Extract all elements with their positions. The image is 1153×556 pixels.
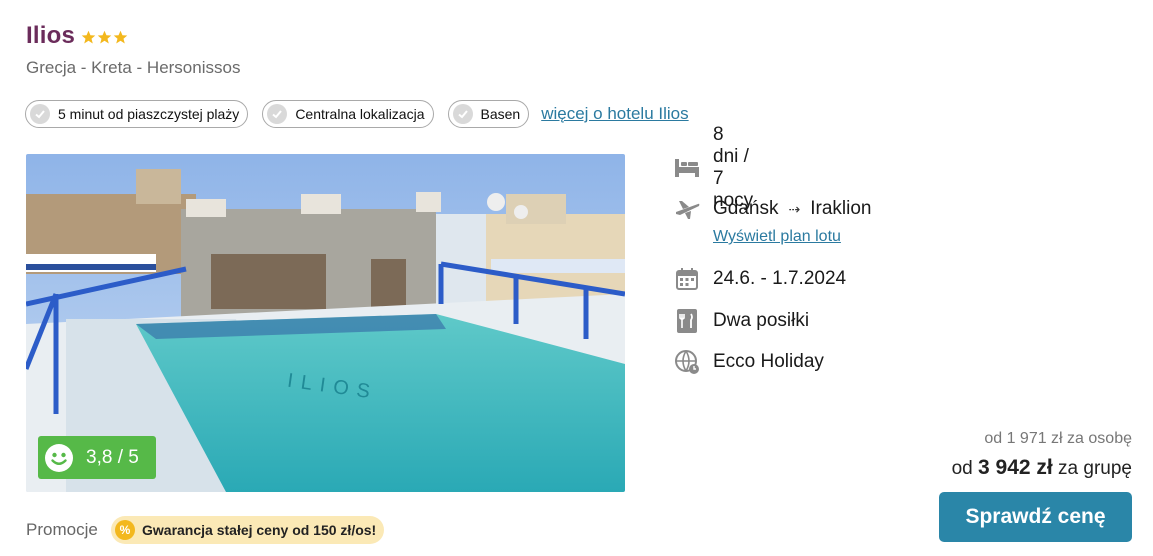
board-text: Dwa posiłki <box>713 310 810 331</box>
star-icon <box>81 30 96 43</box>
flight-row: Gdańsk ⇢ Iraklion <box>674 194 871 224</box>
feature-label: 5 minut od piaszczystej plaży <box>58 106 240 122</box>
rating-badge[interactable]: 3,8 / 5 <box>38 436 156 479</box>
price-per-person: od 1 971 zł za osobę <box>984 430 1132 447</box>
price-group: od 3 942 zł za grupę <box>952 456 1132 480</box>
percent-icon: % <box>115 520 135 540</box>
feature-chip: Centralna lokalizacja <box>262 100 434 128</box>
smiley-icon <box>45 443 73 472</box>
flight-arrow: ⇢ <box>788 200 801 217</box>
price-group-prefix: od <box>951 458 973 479</box>
rating-value: 3,8 / 5 <box>86 446 139 468</box>
flight-to: Iraklion <box>810 198 872 219</box>
more-about-hotel-link[interactable]: więcej o hotelu Ilios <box>541 104 688 124</box>
menu-icon <box>674 308 700 334</box>
star-icon <box>113 30 128 43</box>
duration-row: 8 dni / 7 nocy <box>674 124 753 211</box>
price-group-suffix: za grupę <box>1058 458 1132 479</box>
check-price-button[interactable]: Sprawdź cenę <box>939 492 1132 542</box>
feature-chips: 5 minut od piaszczystej plaży Centralna … <box>25 100 689 128</box>
flight-plan-link[interactable]: Wyświetl plan lotu <box>713 228 841 246</box>
dates-row: 24.6. - 1.7.2024 <box>674 264 846 294</box>
hotel-name[interactable]: Ilios <box>26 22 75 50</box>
dates-text: 24.6. - 1.7.2024 <box>713 268 847 289</box>
operator-text: Ecco Holiday <box>713 351 824 372</box>
flight-from: Gdańsk <box>713 198 779 219</box>
hotel-title-row: Ilios <box>26 22 128 50</box>
promo-label: Promocje <box>26 520 98 539</box>
check-icon <box>452 104 473 124</box>
bed-icon <box>674 155 700 181</box>
globe-icon <box>674 349 700 375</box>
star-icon <box>97 30 112 43</box>
operator-row: Ecco Holiday <box>674 347 824 377</box>
check-icon <box>30 104 50 124</box>
feature-label: Centralna lokalizacja <box>295 106 425 122</box>
board-row: Dwa posiłki <box>674 306 809 336</box>
hotel-stars <box>81 30 128 45</box>
plane-icon <box>674 196 700 222</box>
feature-label: Basen <box>480 106 521 122</box>
price-group-amount: 3 942 zł <box>978 456 1053 479</box>
feature-chip: Basen <box>447 100 530 128</box>
calendar-icon <box>674 266 700 292</box>
promo-text: Gwarancja stałej ceny od 150 zł/os! <box>142 522 377 538</box>
promo-badge[interactable]: % Gwarancja stałej ceny od 150 zł/os! <box>111 516 385 544</box>
hotel-location: Grecja - Kreta - Hersonissos <box>26 58 241 77</box>
feature-chip: 5 minut od piaszczystej plaży <box>25 100 249 128</box>
check-icon <box>267 104 288 124</box>
